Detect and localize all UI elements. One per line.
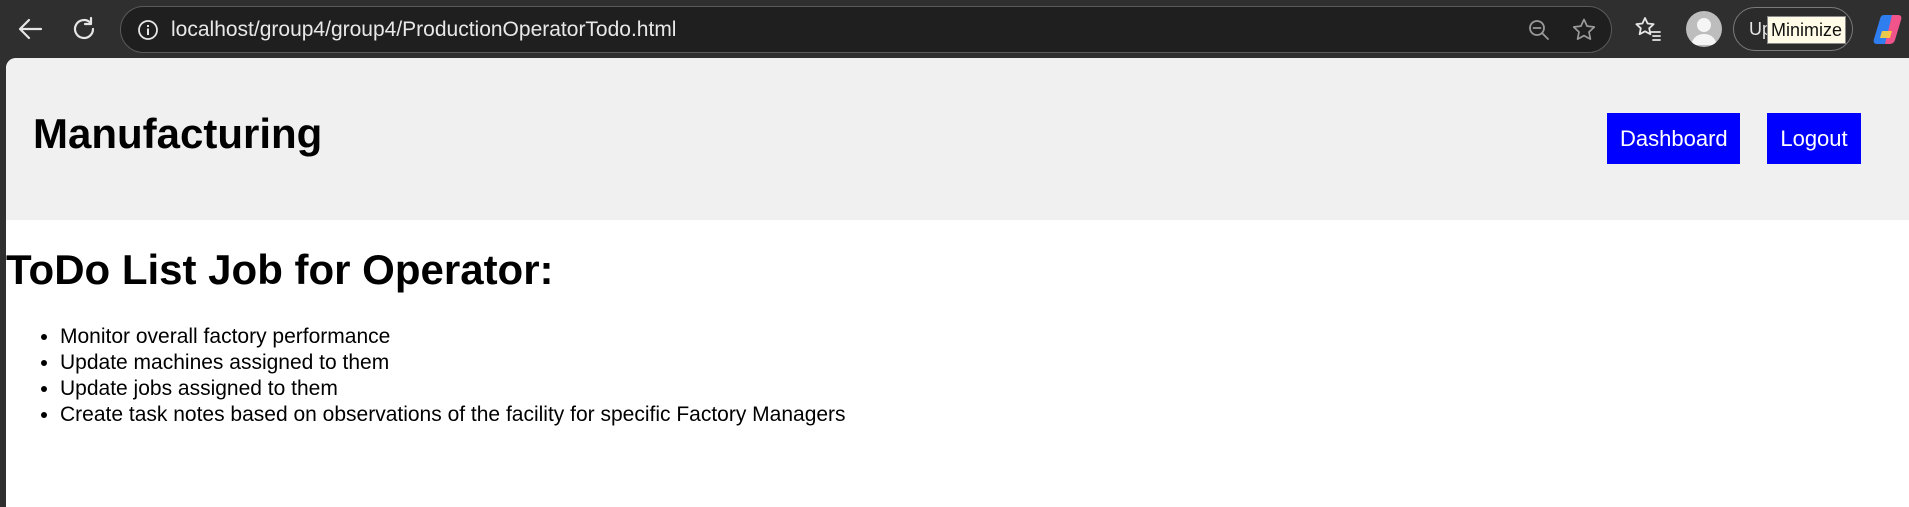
favorites-list-icon[interactable] xyxy=(1628,9,1668,49)
dashboard-button[interactable]: Dashboard xyxy=(1607,113,1740,164)
browser-toolbar: localhost/group4/group4/ProductionOperat… xyxy=(0,0,1909,58)
list-item: Update jobs assigned to them xyxy=(60,376,846,402)
list-item: Create task notes based on observations … xyxy=(60,402,846,428)
copilot-icon[interactable] xyxy=(1870,11,1906,47)
todo-list: Monitor overall factory performance Upda… xyxy=(6,324,846,428)
logout-button[interactable]: Logout xyxy=(1767,113,1861,164)
address-bar[interactable]: localhost/group4/group4/ProductionOperat… xyxy=(120,6,1612,53)
star-icon[interactable] xyxy=(1569,15,1599,45)
back-arrow-icon[interactable] xyxy=(10,9,50,49)
url-text[interactable]: localhost/group4/group4/ProductionOperat… xyxy=(171,7,676,52)
list-item: Update machines assigned to them xyxy=(60,350,846,376)
zoom-out-icon[interactable] xyxy=(1524,15,1554,45)
site-header: Manufacturing Dashboard Logout xyxy=(6,58,1909,220)
page-heading: ToDo List Job for Operator: xyxy=(6,246,554,293)
page-viewport: Manufacturing Dashboard Logout ToDo List… xyxy=(6,58,1909,507)
site-title: Manufacturing xyxy=(33,110,323,157)
info-icon[interactable] xyxy=(133,15,163,45)
minimize-tooltip: Minimize xyxy=(1767,16,1847,44)
list-item: Monitor overall factory performance xyxy=(60,324,846,350)
reload-icon[interactable] xyxy=(64,9,104,49)
avatar[interactable] xyxy=(1686,11,1722,47)
